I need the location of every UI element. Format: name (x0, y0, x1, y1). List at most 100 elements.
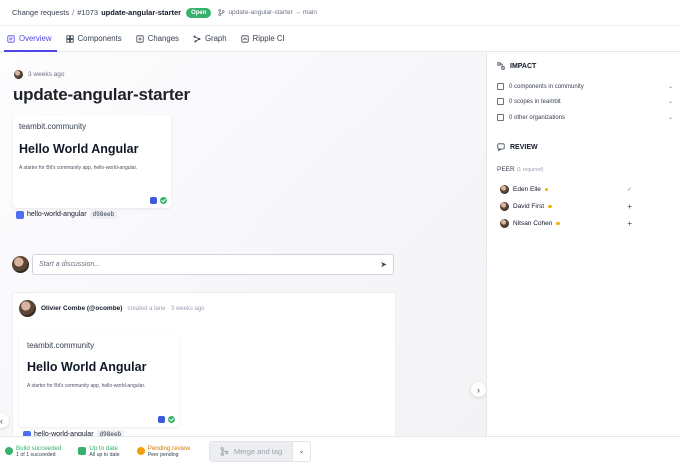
peer-label-text: PEER (497, 166, 515, 173)
review-header: REVIEW (497, 143, 538, 151)
reviewer-name: Nitsan Cohen (513, 220, 553, 227)
merge-icon (220, 446, 229, 456)
component-chip[interactable]: hello-world-angular d98eeb (16, 210, 118, 219)
impact-title: IMPACT (510, 62, 537, 70)
avatar (14, 70, 23, 79)
merge-group: Merge and tag ⌄ (209, 440, 312, 462)
tab-changes[interactable]: Changes (133, 26, 190, 51)
tab-label: Graph (204, 34, 227, 43)
preview-heading: Hello World Angular (27, 360, 147, 374)
preview-scope: teambit.community (27, 341, 95, 350)
build-success-icon (5, 447, 13, 455)
uptodate-status[interactable]: Up to date All up to date (78, 444, 120, 458)
reviewer-row: Nitsan Cohen + (500, 219, 632, 228)
tab-label: Overview (19, 34, 52, 43)
tab-bar: Overview Components Changes Graph Ripple… (0, 26, 680, 52)
preview-description: A starter for Bit's community app, hello… (27, 383, 146, 389)
chevron-down-icon: ⌄ (667, 115, 673, 121)
avatar (19, 300, 36, 317)
chevron-right-icon[interactable]: › (471, 382, 486, 397)
card-icons (158, 416, 175, 423)
cr-time: 3 weeks ago (28, 71, 65, 78)
impact-label: 0 other organizations (509, 114, 566, 121)
component-name: hello-world-angular (27, 211, 87, 218)
chevron-left-icon[interactable]: ‹ (0, 413, 9, 428)
merge-dropdown[interactable]: ⌄ (293, 440, 312, 462)
reviewer-name: David First (513, 203, 545, 210)
thread-meta: created a lane · 3 weeks ago (127, 305, 205, 312)
impact-row-components[interactable]: 0 components in community ⌄ (497, 83, 673, 90)
build-status[interactable]: Build succeeded 1 of 1 succeeded (5, 445, 61, 458)
card-icons (150, 197, 167, 204)
cr-title-breadcrumb: update-angular-starter (101, 8, 182, 17)
breadcrumb-separator: / (72, 8, 75, 17)
review-status-title: Pending review (147, 444, 191, 452)
tab-overview[interactable]: Overview (4, 26, 63, 52)
thread-preview-card[interactable]: teambit.community Hello World Angular A … (19, 333, 179, 427)
preview-scope: teambit.community (19, 122, 87, 131)
branch-info: update-angular-starter → main (218, 9, 317, 16)
components-icon (65, 34, 74, 43)
peer-label: PEER (1 required) (497, 166, 544, 173)
review-status[interactable]: Pending review Peer pending (136, 444, 191, 458)
uptodate-icon (78, 447, 87, 455)
tab-ripple-ci[interactable]: Ripple CI (238, 26, 296, 51)
impact-row-scopes[interactable]: 0 scopes in teambit ⌄ (497, 98, 673, 105)
ripple-icon (241, 34, 249, 43)
build-status-sub: 1 of 1 succeeded (16, 451, 56, 458)
main-content: 3 weeks ago update-angular-starter teamb… (0, 52, 486, 436)
pending-dot (544, 187, 549, 192)
avatar (500, 219, 509, 228)
puzzle-icon (158, 416, 165, 423)
uptodate-title: Up to date (89, 444, 118, 452)
puzzle-icon (150, 197, 157, 204)
pending-dot (556, 221, 560, 226)
author-line: 3 weeks ago (14, 70, 65, 79)
chevron-down-icon: ⌄ (667, 99, 673, 105)
check-icon (168, 416, 175, 423)
add-reviewer-button[interactable]: + (627, 219, 632, 228)
reviewer-approved-icon: ✓ (626, 187, 632, 193)
add-reviewer-button[interactable]: + (627, 202, 632, 211)
uptodate-sub: All up to date (89, 451, 120, 458)
thread-author[interactable]: Olivier Combe (@ocombe) (41, 305, 122, 312)
impact-header: IMPACT (497, 62, 536, 70)
component-preview-card[interactable]: teambit.community Hello World Angular A … (13, 115, 171, 208)
peer-required: (1 required) (516, 167, 544, 173)
graph-icon (193, 35, 201, 42)
preview-description: A starter for Bit's community app, hello… (19, 165, 138, 171)
thread-header: Olivier Combe (@ocombe) created a lane ·… (19, 300, 205, 317)
status-bar: Build succeeded 1 of 1 succeeded Up to d… (0, 436, 680, 465)
discussion-box: Start a discussion... ➤ (12, 254, 394, 275)
activity-thread: Olivier Combe (@ocombe) created a lane ·… (12, 292, 396, 436)
impact-row-organizations[interactable]: 0 other organizations ⌄ (497, 114, 673, 121)
scope-icon (497, 98, 504, 105)
chevron-down-icon: ⌄ (298, 448, 305, 455)
avatar (12, 256, 29, 273)
discussion-input[interactable]: Start a discussion... ➤ (32, 254, 394, 275)
branch-icon (218, 9, 225, 16)
branch-label: update-angular-starter → main (228, 9, 317, 16)
send-icon[interactable]: ➤ (380, 260, 387, 269)
review-title: REVIEW (510, 143, 538, 151)
pending-dot (548, 204, 552, 209)
merge-button[interactable]: Merge and tag (209, 440, 294, 462)
reviewer-row: Eden Elle ✓ (500, 185, 632, 194)
avatar (500, 202, 509, 211)
breadcrumb: Change requests / #1073 update-angular-s… (0, 0, 680, 26)
impact-label: 0 components in community (509, 83, 584, 90)
sidebar: IMPACT 0 components in community ⌄ 0 sco… (486, 52, 680, 436)
chevron-down-icon: ⌄ (667, 84, 673, 90)
status-badge: Open (186, 7, 212, 18)
reviewer-row: David First + (500, 202, 632, 211)
components-icon (497, 83, 504, 90)
impact-icon (497, 62, 505, 70)
breadcrumb-change-requests[interactable]: Change requests (12, 8, 69, 17)
pending-icon (136, 447, 145, 455)
cr-number: #1073 (77, 8, 99, 17)
overview-icon (7, 34, 15, 43)
tab-label: Changes (147, 34, 179, 43)
tab-components[interactable]: Components (63, 26, 133, 51)
org-icon (497, 114, 504, 121)
tab-graph[interactable]: Graph (190, 26, 238, 51)
